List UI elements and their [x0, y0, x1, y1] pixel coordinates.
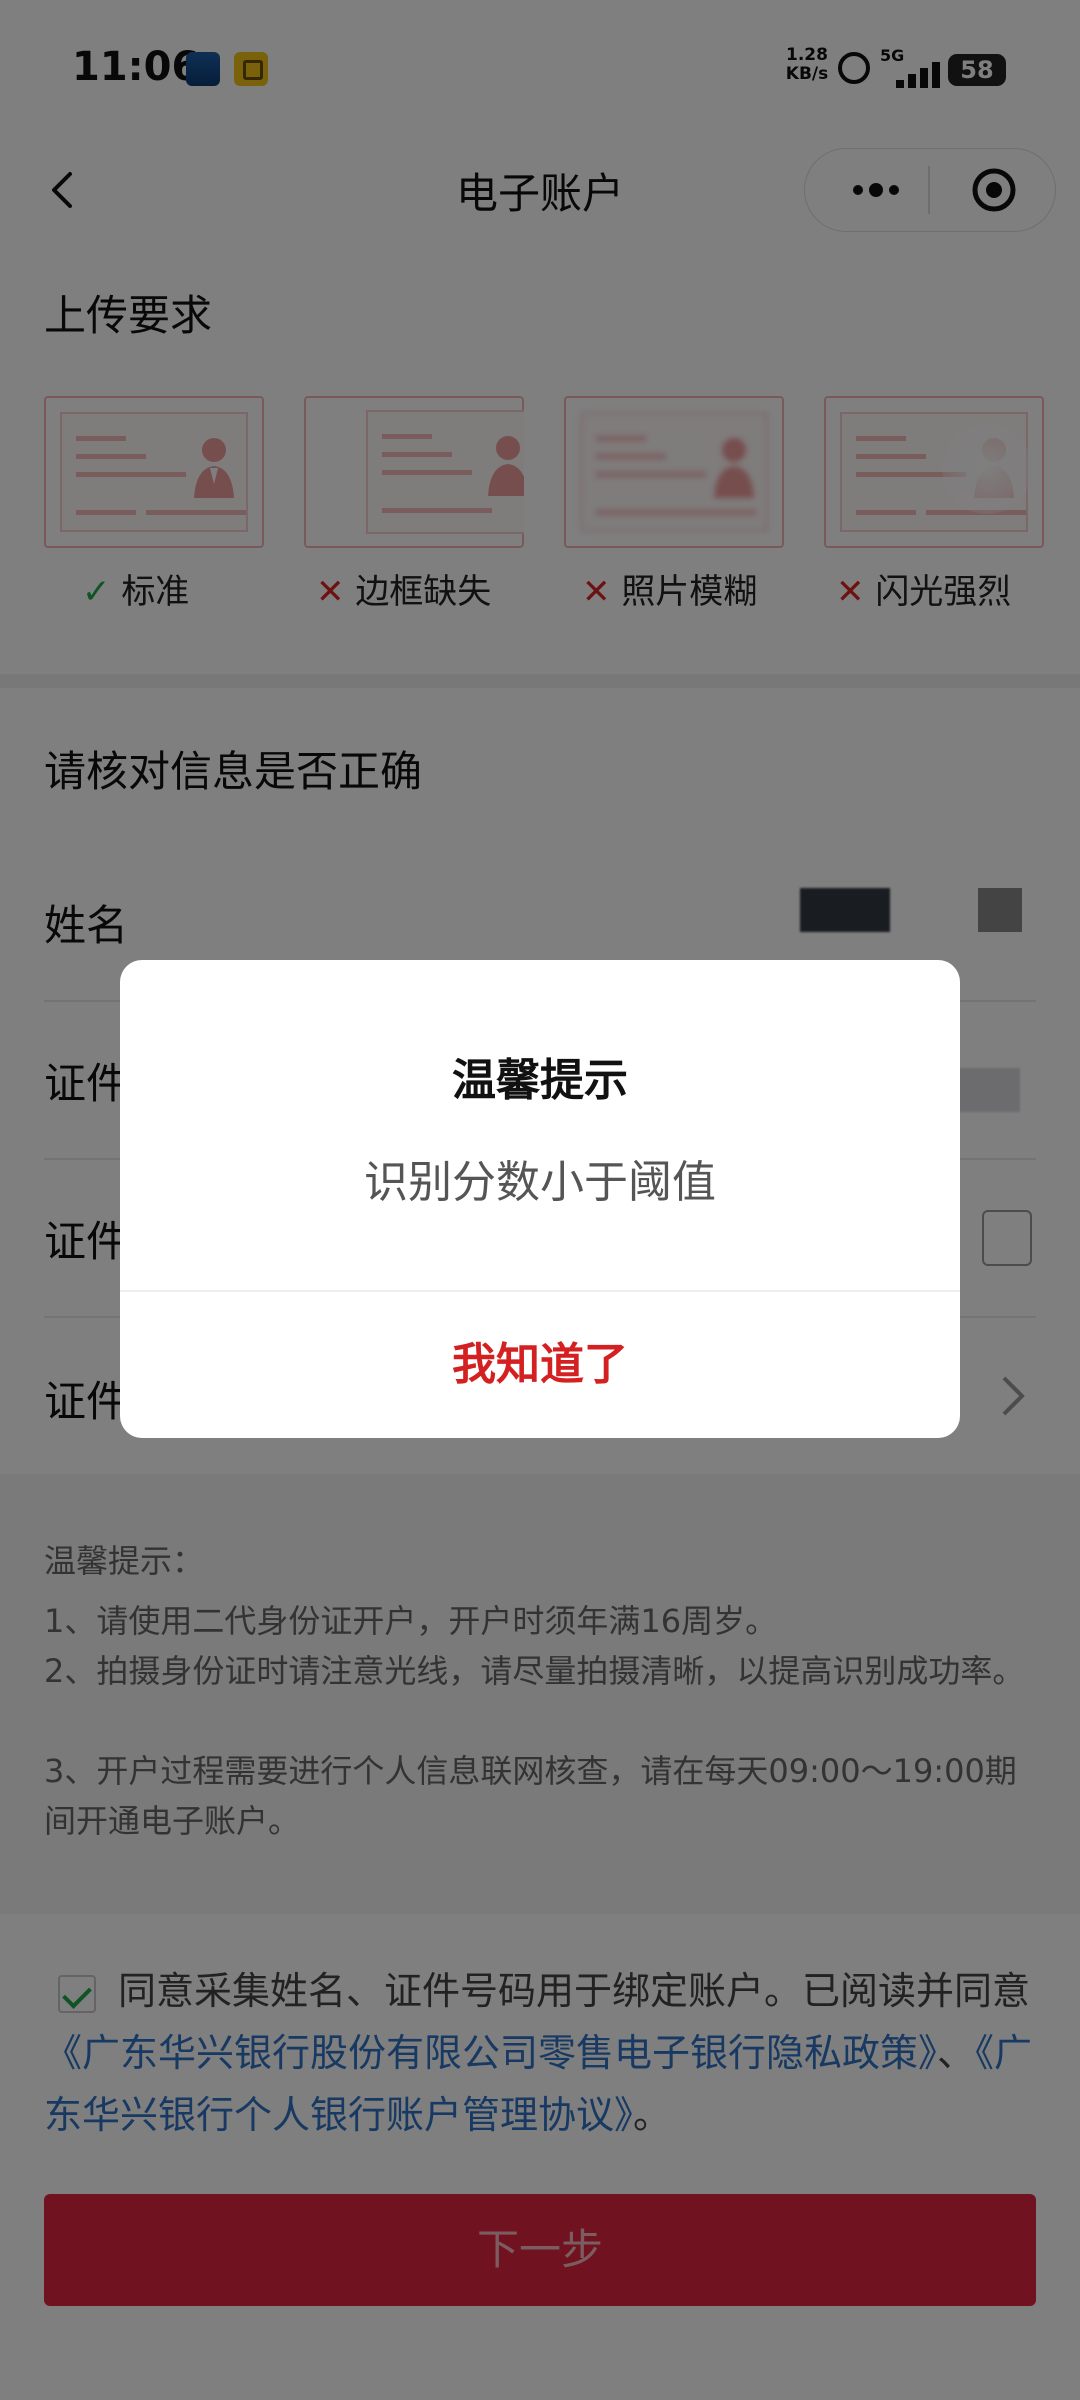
dialog-confirm-button[interactable]: 我知道了 — [120, 1292, 960, 1438]
masked-region — [780, 962, 960, 1192]
